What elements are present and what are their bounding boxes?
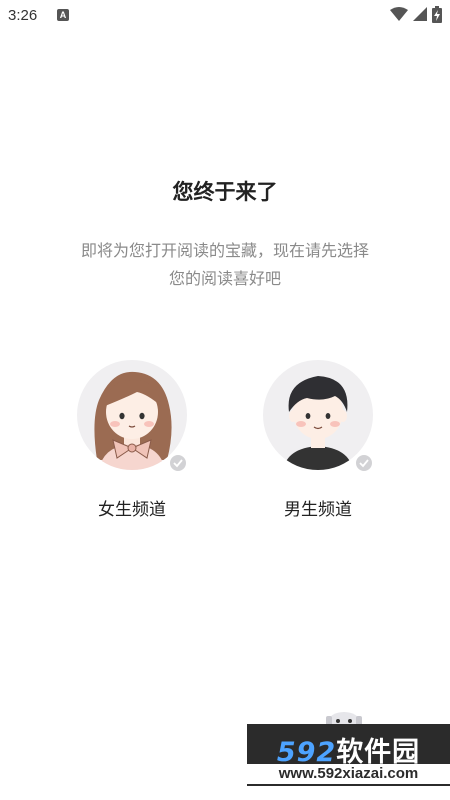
female-avatar-circle — [77, 360, 187, 470]
female-channel-label[interactable]: 女生频道 — [72, 495, 192, 520]
wifi-icon — [390, 7, 408, 21]
status-bar: 3:26 A — [0, 0, 450, 32]
male-channel-label[interactable]: 男生频道 — [258, 495, 378, 520]
male-avatar-circle — [263, 360, 373, 470]
battery-charging-icon — [432, 6, 442, 23]
female-avatar[interactable] — [72, 355, 192, 473]
notification-a-icon: A — [57, 9, 69, 21]
male-avatar[interactable] — [258, 355, 378, 473]
page-subtitle: 即将为您打开阅读的宝藏，现在请先选择您的阅读喜好吧 — [80, 241, 369, 288]
page-title: 您终于来了 — [172, 180, 278, 204]
boy-illustration-icon — [283, 376, 353, 470]
male-channel-option[interactable]: 男生频道 — [258, 355, 378, 520]
girl-illustration-icon — [94, 371, 172, 470]
watermark-logo: 592软件园 www.592xiazai.com — [247, 724, 450, 786]
watermark-url: www.592xiazai.com — [247, 764, 450, 784]
status-icons — [390, 6, 442, 23]
female-channel-option[interactable]: 女生频道 — [72, 355, 192, 520]
female-check-icon[interactable] — [168, 453, 188, 473]
signal-icon — [413, 7, 427, 21]
male-check-icon[interactable] — [354, 453, 374, 473]
status-time: 3:26 — [8, 7, 38, 24]
